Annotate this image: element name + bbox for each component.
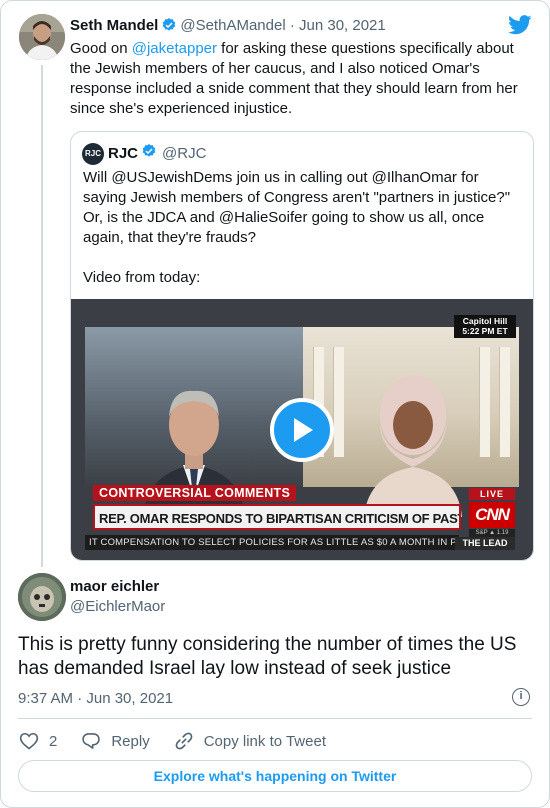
divider	[18, 718, 532, 719]
dot-separator: ·	[285, 17, 299, 34]
quoted-tweet-header: RJC RJC @RJC	[82, 143, 206, 165]
reply-author-handle[interactable]: @EichlerMaor	[70, 598, 165, 616]
guest-figure	[364, 375, 462, 517]
reply-author-name[interactable]: maor eichler	[70, 578, 159, 596]
heart-icon	[19, 732, 39, 750]
video-player[interactable]: Capitol Hill 5:22 PM ET CONTROVERSIAL CO…	[71, 299, 533, 560]
reply-label: Reply	[111, 732, 150, 750]
column	[499, 347, 510, 457]
main-author-name[interactable]: Seth Mandel	[70, 17, 158, 34]
quoted-tweet-video-caption: Video from today:	[83, 269, 201, 286]
thread-connector-line	[41, 65, 43, 567]
reply-tweet-text: This is pretty funny considering the num…	[18, 634, 517, 679]
maor-eichler-avatar[interactable]	[18, 573, 66, 621]
verified-badge-icon	[161, 17, 177, 38]
tweet-embed-card: Seth Mandel @SethAMandel · Jun 30, 2021 G…	[0, 0, 550, 808]
video-left-panel	[85, 327, 303, 517]
column	[333, 347, 344, 457]
column	[479, 347, 490, 457]
like-count: 2	[49, 732, 58, 750]
play-button[interactable]	[270, 398, 334, 462]
link-icon	[175, 732, 193, 750]
copy-link-button[interactable]: Copy link to Tweet	[174, 731, 326, 751]
rjc-avatar: RJC	[82, 143, 104, 165]
quoted-author-name: RJC	[108, 145, 139, 162]
quoted-tweet-card[interactable]: RJC RJC @RJC Will @USJewishDems join us i…	[70, 131, 534, 561]
action-bar: 2 Reply Copy link to Tweet	[19, 731, 350, 751]
news-ticker: IT COMPENSATION TO SELECT POLICIES FOR A…	[85, 535, 459, 550]
quoted-tweet-body: Will @USJewishDems join us in calling ou…	[83, 169, 511, 246]
lower-third-top: CONTROVERSIAL COMMENTS	[93, 485, 297, 501]
live-badge: LIVE	[469, 488, 515, 500]
twitter-bird-icon[interactable]	[508, 15, 532, 40]
location-label: Capitol Hill	[462, 316, 508, 326]
play-icon	[294, 418, 313, 442]
video-right-panel	[303, 327, 519, 517]
reply-icon	[82, 733, 101, 749]
quoted-tweet-text: Will @USJewishDems join us in calling ou…	[83, 168, 523, 288]
show-name-badge: THE LEAD	[455, 537, 515, 550]
like-button[interactable]: 2	[19, 731, 57, 751]
cnn-logo: CNN	[469, 502, 515, 528]
main-tweet-text: Good on @jaketapper for asking these que…	[70, 39, 530, 119]
copy-link-label: Copy link to Tweet	[203, 732, 326, 750]
main-tweet-header: Seth Mandel @SethAMandel · Jun 30, 2021	[70, 17, 386, 38]
main-tweet-text-prefix: Good on	[70, 40, 132, 57]
seth-mandel-avatar[interactable]	[19, 14, 65, 60]
info-icon[interactable]: i	[512, 688, 530, 706]
mention-jaketapper-link[interactable]: @jaketapper	[132, 40, 217, 57]
lower-third-main: REP. OMAR RESPONDS TO BIPARTISAN CRITICI…	[93, 504, 461, 530]
explore-twitter-button[interactable]: Explore what's happening on Twitter	[18, 760, 532, 792]
quoted-author-handle: @RJC	[162, 145, 207, 162]
reply-timestamp[interactable]: 9:37 AM · Jun 30, 2021	[18, 690, 173, 708]
verified-badge-icon	[141, 143, 157, 165]
main-author-handle[interactable]: @SethAMandel	[180, 17, 285, 34]
main-tweet-date[interactable]: Jun 30, 2021	[299, 17, 386, 34]
time-label: 5:22 PM ET	[462, 326, 508, 336]
market-ticker: S&P ▲ 1.19	[469, 529, 515, 537]
location-tag: Capitol Hill 5:22 PM ET	[454, 315, 516, 338]
reply-button[interactable]: Reply	[81, 731, 150, 751]
